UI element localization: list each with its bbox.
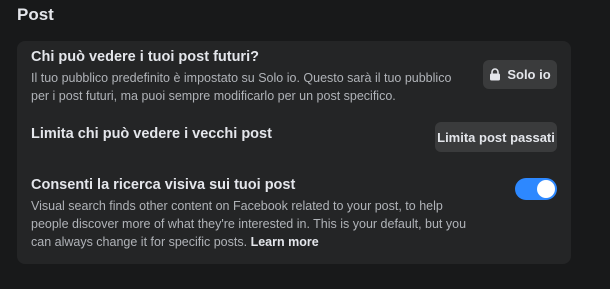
visual-search-description-block: Visual search finds other content on Fac… — [31, 197, 481, 251]
audience-selector-label: Solo io — [507, 67, 551, 82]
post-settings-card: Chi può vedere i tuoi post futuri? Il tu… — [17, 41, 571, 264]
lock-icon — [489, 68, 501, 81]
visual-search-toggle[interactable] — [515, 178, 557, 200]
visual-search-title: Consenti la ricerca visiva sui tuoi post — [31, 177, 296, 193]
limit-past-posts-button[interactable]: Limita post passati — [435, 122, 557, 152]
visual-search-text: Consenti la ricerca visiva sui tuoi post… — [31, 176, 481, 251]
old-posts-setting: Limita chi può vedere i vecchi post Limi… — [31, 122, 557, 152]
learn-more-link[interactable]: Learn more — [251, 235, 319, 249]
section-title: Post — [17, 5, 54, 24]
future-posts-setting: Chi può vedere i tuoi post futuri? Il tu… — [31, 48, 557, 105]
audience-selector-button[interactable]: Solo io — [483, 60, 557, 89]
visual-search-setting: Consenti la ricerca visiva sui tuoi post… — [31, 176, 557, 251]
future-posts-text: Chi può vedere i tuoi post futuri? Il tu… — [31, 48, 471, 105]
visual-search-description: Visual search finds other content on Fac… — [31, 199, 467, 249]
toggle-knob — [537, 180, 555, 198]
future-posts-title: Chi può vedere i tuoi post futuri? — [31, 49, 259, 65]
future-posts-description: Il tuo pubblico predefinito è impostato … — [31, 71, 452, 103]
